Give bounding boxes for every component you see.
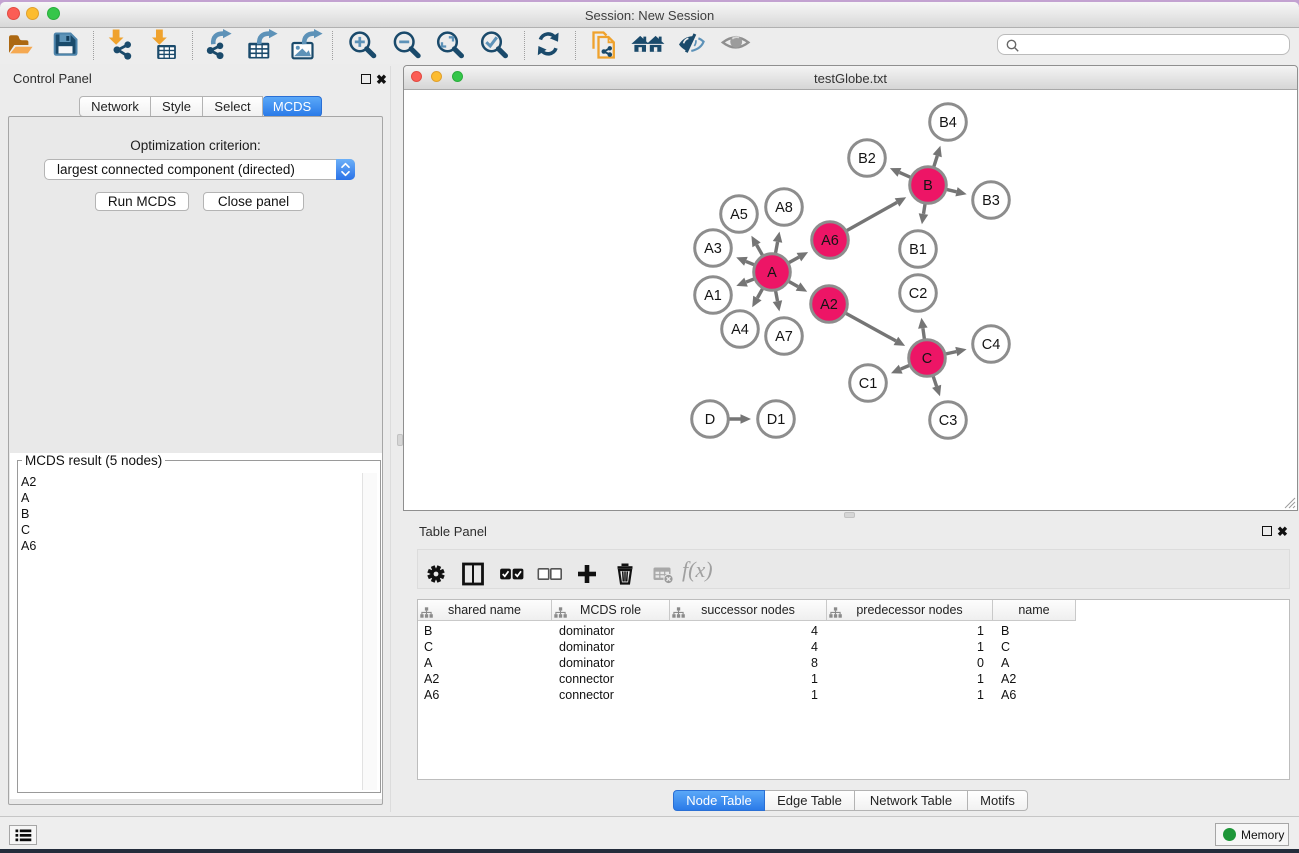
svg-text:C2: C2 (909, 286, 928, 302)
svg-text:A1: A1 (704, 288, 722, 304)
svg-text:D1: D1 (767, 412, 786, 428)
svg-text:D: D (705, 412, 715, 428)
svg-text:B4: B4 (939, 115, 957, 131)
svg-text:B: B (923, 178, 933, 194)
svg-text:A6: A6 (821, 233, 839, 249)
svg-text:A8: A8 (775, 200, 793, 216)
svg-text:C4: C4 (982, 337, 1001, 353)
svg-text:B1: B1 (909, 242, 927, 258)
svg-text:A7: A7 (775, 329, 793, 345)
svg-text:C1: C1 (859, 376, 878, 392)
svg-text:B2: B2 (858, 151, 876, 167)
svg-text:A4: A4 (731, 322, 749, 338)
svg-text:C3: C3 (939, 413, 958, 429)
svg-text:C: C (922, 351, 932, 367)
svg-text:A: A (767, 265, 777, 281)
svg-text:B3: B3 (982, 193, 1000, 209)
svg-text:A5: A5 (730, 207, 748, 223)
svg-text:A2: A2 (820, 297, 838, 313)
svg-text:A3: A3 (704, 241, 722, 257)
